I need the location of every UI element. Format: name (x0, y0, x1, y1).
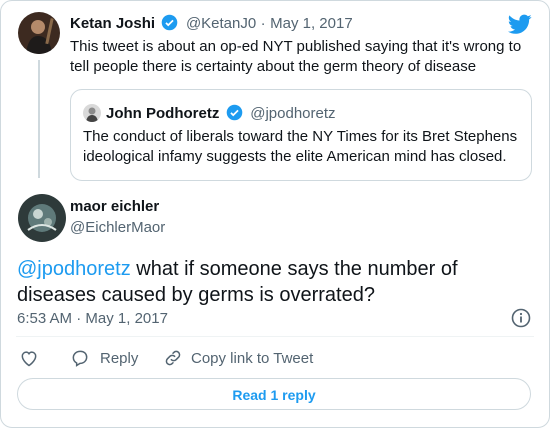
avatar-maor-eichler[interactable] (18, 194, 66, 242)
tweet-date[interactable]: May 1, 2017 (270, 15, 353, 32)
verified-badge-icon (226, 104, 243, 121)
author-name[interactable]: Ketan Joshi (70, 15, 155, 32)
quote-author-name[interactable]: John Podhoretz (106, 105, 219, 122)
info-icon[interactable] (511, 308, 531, 328)
quote-text: The conduct of liberals toward the NY Ti… (83, 128, 518, 165)
twitter-bird-icon[interactable] (508, 14, 532, 35)
quote-author-handle[interactable]: @jpodhoretz (250, 105, 335, 122)
avatar-ketan-joshi[interactable] (18, 12, 60, 54)
verified-badge-icon (162, 14, 178, 31)
copy-link-button[interactable]: Copy link to Tweet (163, 348, 313, 368)
reply-label: Reply (100, 349, 139, 367)
avatar-john-podhoretz[interactable] (83, 104, 101, 122)
parent-header: Ketan Joshi @KetanJ0 · May 1, 2017 (70, 14, 353, 33)
read-replies-button[interactable]: Read 1 reply (17, 378, 531, 410)
reply-icon (72, 350, 88, 367)
separator-dot: · (260, 15, 266, 32)
link-icon (165, 350, 181, 366)
tweet-date: May 1, 2017 (85, 310, 168, 327)
quote-header: John Podhoretz @jpodhoretz (106, 104, 336, 123)
reply-author-handle[interactable]: @EichlerMaor (70, 219, 165, 236)
heart-icon (21, 351, 37, 367)
author-handle[interactable]: @KetanJ0 (186, 15, 256, 32)
timestamp[interactable]: 6:53 AM · May 1, 2017 (17, 310, 168, 327)
like-button[interactable] (19, 348, 39, 368)
reply-tweet-text: @jpodhoretz what if someone says the num… (17, 256, 533, 308)
parent-tweet-text: This tweet is about an op-ed NYT publish… (70, 38, 522, 75)
separator-dot: · (76, 310, 82, 327)
copy-link-label: Copy link to Tweet (191, 349, 314, 367)
mention-link[interactable]: @jpodhoretz (17, 258, 131, 280)
thread-connector-line (38, 60, 40, 178)
reply-button[interactable]: Reply (70, 348, 138, 368)
divider (16, 336, 534, 337)
reply-author-name[interactable]: maor eichler (70, 198, 159, 215)
tweet-time: 6:53 AM (17, 310, 73, 327)
